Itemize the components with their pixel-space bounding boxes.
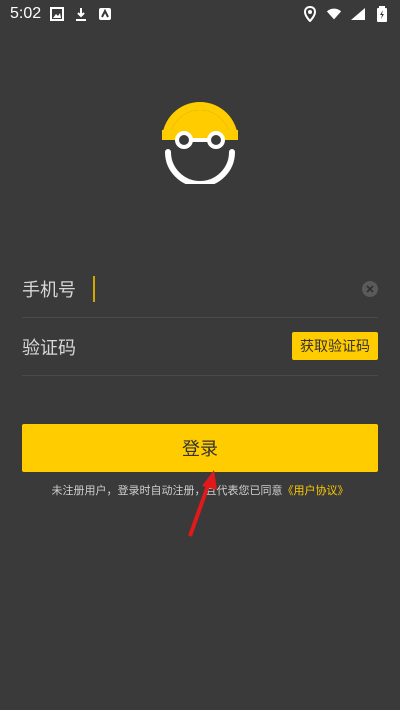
- status-left: 5:02: [10, 5, 113, 23]
- app-icon: [97, 6, 113, 22]
- code-row: 验证码 获取验证码: [22, 318, 378, 376]
- wifi-icon: [326, 6, 342, 22]
- text-caret: [93, 275, 95, 302]
- clear-icon[interactable]: [362, 280, 378, 297]
- image-icon: [49, 6, 65, 22]
- phone-input[interactable]: [101, 272, 362, 305]
- agreement-notice: 未注册用户，登录时自动注册，且代表您已同意: [51, 484, 283, 497]
- code-label: 验证码: [22, 337, 76, 359]
- location-icon: [302, 6, 318, 22]
- status-time: 5:02: [10, 5, 42, 22]
- phone-label: 手机号: [22, 279, 76, 301]
- user-agreement-link[interactable]: 《用户协议》: [283, 484, 349, 497]
- signal-icon: [350, 6, 366, 22]
- get-code-button[interactable]: 获取验证码: [292, 332, 378, 360]
- app-logo: [158, 100, 242, 187]
- login-button[interactable]: 登录: [22, 424, 378, 472]
- status-right: [302, 6, 390, 22]
- red-arrow-icon: [186, 470, 222, 544]
- phone-row: 手机号: [22, 260, 378, 318]
- download-icon: [73, 6, 89, 22]
- status-bar: 5:02: [0, 0, 400, 28]
- battery-icon: [374, 6, 390, 22]
